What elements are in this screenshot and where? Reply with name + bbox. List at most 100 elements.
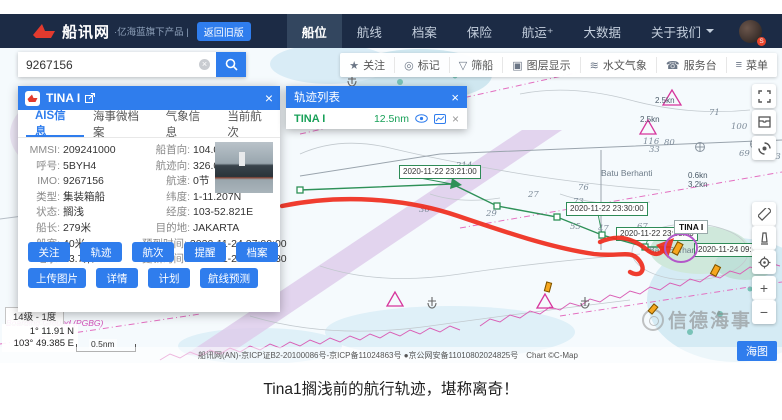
nav-item-shipping[interactable]: 航运⁺ — [507, 14, 569, 48]
remove-track-icon[interactable]: × — [452, 112, 459, 126]
mmsi-value: 209241000 — [63, 143, 116, 159]
track-list-popup: 轨迹列表 × TINA I 12.5nm × — [286, 86, 467, 129]
navaid-button[interactable] — [752, 226, 776, 250]
menu-icon: ≡ — [736, 59, 742, 71]
toolbar-menu[interactable]: ≡菜单 — [727, 57, 777, 73]
nav-item-ship-position[interactable]: 船位 — [287, 14, 342, 48]
back-to-old-version-button[interactable]: 返回旧版 — [197, 22, 251, 41]
vessel-info-popup: TINA I × AIS信息 海事微档案 气象信息 当前航次 MMSI:2092… — [18, 86, 280, 312]
external-link-icon[interactable] — [85, 93, 95, 103]
track-list-title: 轨迹列表 — [294, 89, 340, 105]
depth-sounding: 69 — [739, 149, 750, 159]
article-image: 船讯网 ·亿海蓝旗下产品 | 返回旧版 船位 航线 档案 保险 航运⁺ 大数据 … — [0, 0, 782, 420]
wave-icon: ≋ — [590, 59, 599, 72]
imo-value: 9267156 — [63, 174, 104, 190]
watermark: 信德海事 — [642, 306, 752, 333]
vessel-search: × — [18, 52, 246, 77]
status-value: 搁浅 — [63, 205, 84, 221]
toolbar-weather[interactable]: ≋水文气象 — [581, 57, 657, 73]
vessel-actions-row2: 上传图片 详情 计划 航线预测 — [28, 268, 258, 288]
lighthouse-icon — [759, 232, 770, 245]
track-distance: 12.5nm — [374, 113, 409, 125]
depth-sounding: 100 — [731, 122, 747, 132]
toolbar-mark[interactable]: ◎标记 — [395, 57, 450, 73]
depth-sounding: 33 — [649, 145, 660, 155]
nav-item-archives[interactable]: 档案 — [397, 14, 452, 48]
track-button[interactable]: 轨迹 — [80, 242, 122, 262]
toolbar-layers[interactable]: ▣图层显示 — [503, 57, 580, 73]
plan-button[interactable]: 计划 — [148, 268, 190, 288]
toolbar-service-desk[interactable]: ☎服务台 — [657, 57, 727, 73]
zoom-in-button[interactable]: + — [752, 276, 776, 300]
map-toolbar: ★关注 ◎标记 ▽筛船 ▣图层显示 ≋水文气象 ☎服务台 ≡菜单 — [340, 53, 777, 77]
nav-item-bigdata[interactable]: 大数据 — [568, 14, 636, 48]
archive-button[interactable]: 档案 — [236, 242, 278, 262]
measure-button[interactable] — [752, 202, 776, 226]
tag-icon: ◎ — [404, 59, 414, 72]
tab-maritime-archive[interactable]: 海事微档案 — [84, 110, 157, 137]
notification-badge: S — [757, 37, 766, 46]
type-value: 集装箱船 — [63, 190, 105, 206]
crosshair-icon — [758, 256, 771, 269]
brand-name: 船讯网 — [62, 21, 110, 42]
vessel-photo[interactable] — [215, 142, 273, 193]
depth-sounding: 29 — [486, 209, 497, 219]
depth-sounding: 71 — [709, 108, 720, 118]
typhoon-button[interactable] — [752, 136, 776, 160]
place-label: Batu Berhanti — [601, 168, 653, 178]
shipxy-logo-icon — [32, 23, 56, 40]
track-vessel-name: TINA I — [294, 113, 325, 125]
nav-item-about[interactable]: 关于我们 — [636, 14, 729, 48]
tab-ais-info[interactable]: AIS信息 — [26, 110, 84, 137]
image-caption: Tina1搁浅前的航行轨迹，堪称离奇！ — [0, 377, 782, 399]
current-label: 2.5kn — [655, 96, 675, 105]
speed-chart-icon[interactable] — [434, 114, 446, 124]
zoom-out-button[interactable]: − — [752, 300, 776, 324]
depth-sounding: 36 — [419, 205, 430, 215]
depth-sounding: 76 — [578, 183, 589, 193]
brand[interactable]: 船讯网 ·亿海蓝旗下产品 | 返回旧版 — [0, 14, 251, 48]
details-button[interactable]: 详情 — [96, 268, 138, 288]
route-forecast-button[interactable]: 航线预测 — [200, 268, 258, 288]
search-input[interactable] — [18, 52, 216, 77]
locate-button[interactable] — [752, 250, 776, 274]
alert-button[interactable]: 提醒 — [184, 242, 226, 262]
ruler-icon — [758, 208, 771, 221]
fullscreen-icon — [758, 90, 771, 103]
close-icon[interactable]: × — [265, 91, 273, 105]
toolbar-follow[interactable]: ★关注 — [340, 57, 395, 73]
follow-button[interactable]: 关注 — [28, 242, 70, 262]
brand-suffix: ·亿海蓝旗下产品 | — [114, 24, 189, 38]
chart-mode-button[interactable]: 海图 — [737, 341, 777, 361]
toolbar-filter-ships[interactable]: ▽筛船 — [450, 57, 503, 73]
eye-icon[interactable] — [415, 114, 428, 123]
vessel-logo-icon — [25, 91, 40, 106]
ship-map-label[interactable]: TINA I — [674, 220, 708, 234]
fullscreen-button[interactable] — [752, 84, 776, 108]
track-timestamp-label: 2020-11-22 23:30:00 — [566, 202, 648, 216]
star-icon: ★ — [349, 59, 359, 72]
layers-icon: ▣ — [512, 59, 522, 72]
voyage-button[interactable]: 航次 — [132, 242, 174, 262]
tab-weather-info[interactable]: 气象信息 — [157, 110, 219, 137]
depth-sounding: 55 — [570, 222, 581, 232]
current-label: 3.2kn — [688, 180, 708, 189]
clear-search-icon[interactable]: × — [199, 59, 210, 70]
track-list-item[interactable]: TINA I 12.5nm × — [286, 108, 467, 129]
longitude-value: 103-52.821E — [193, 205, 253, 221]
snapshot-button[interactable] — [752, 110, 776, 134]
callsign-value: 5BYH4 — [63, 159, 96, 175]
nav-item-routes[interactable]: 航线 — [342, 14, 397, 48]
upload-photo-button[interactable]: 上传图片 — [28, 268, 86, 288]
chevron-down-icon — [706, 29, 714, 33]
tab-current-voyage[interactable]: 当前航次 — [218, 110, 280, 137]
current-label: 2.5kn — [640, 115, 660, 124]
typhoon-icon — [758, 142, 771, 155]
nav-item-insurance[interactable]: 保险 — [452, 14, 507, 48]
vessel-title: TINA I — [46, 91, 80, 105]
top-navigation-bar: 船讯网 ·亿海蓝旗下产品 | 返回旧版 船位 航线 档案 保险 航运⁺ 大数据 … — [0, 14, 782, 48]
speed-value: 0节 — [193, 174, 209, 190]
user-avatar[interactable]: S — [729, 14, 782, 48]
search-button[interactable] — [216, 52, 246, 77]
close-icon[interactable]: × — [451, 91, 459, 104]
